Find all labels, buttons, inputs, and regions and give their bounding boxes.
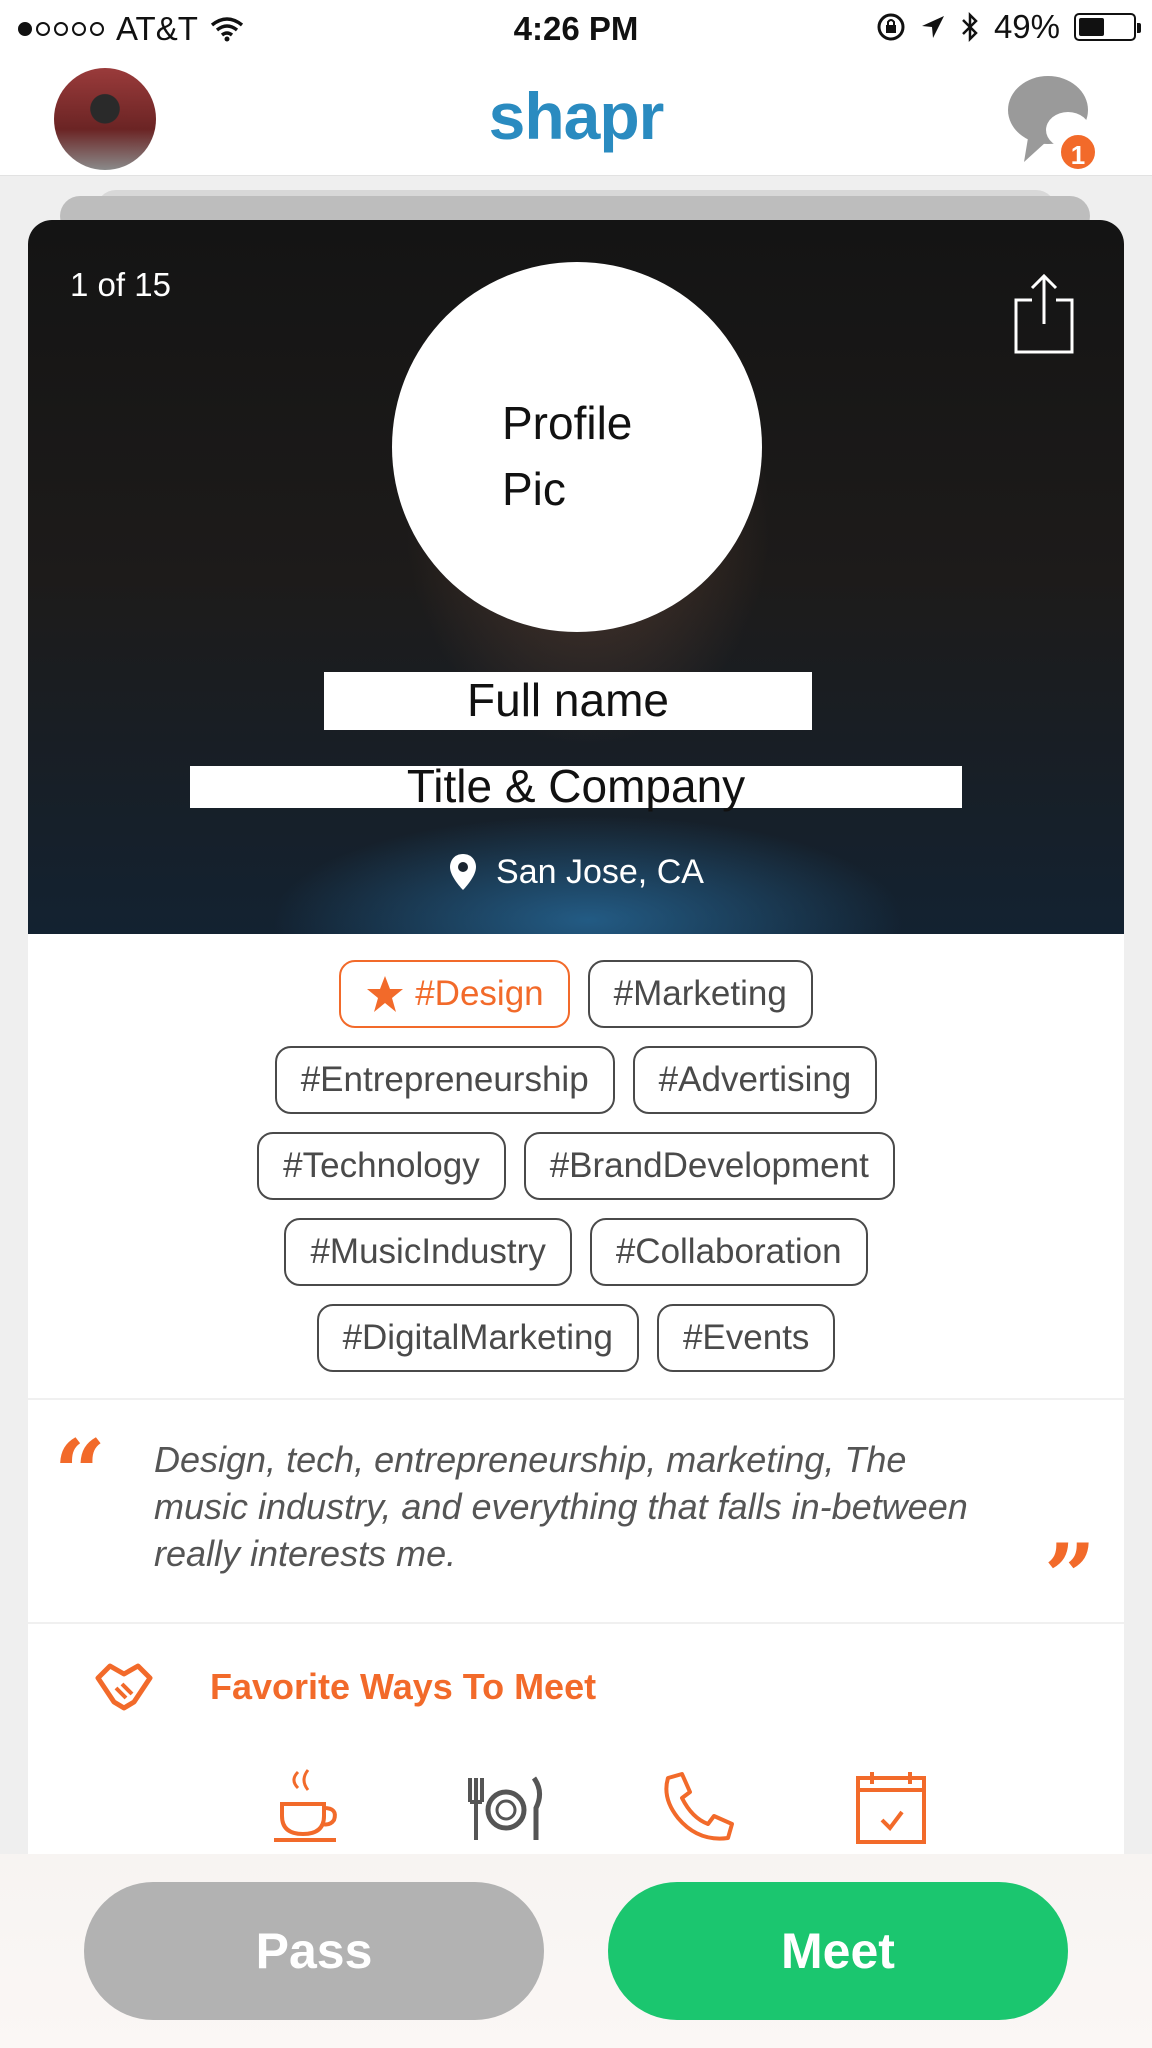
handshake-icon: [95, 1663, 153, 1711]
rotation-lock-icon: [877, 13, 905, 41]
tag-row: #Technology #BrandDevelopment: [28, 1132, 1124, 1200]
ways-to-meet-title: Favorite Ways To Meet: [210, 1666, 597, 1707]
tag[interactable]: #Marketing: [587, 960, 813, 1028]
tag-row: #MusicIndustry #Collaboration: [28, 1218, 1124, 1286]
battery-icon: [1074, 13, 1141, 41]
profile-hero: 1 of 15 Profile Pic Full name Title & Co…: [28, 220, 1124, 934]
tag[interactable]: #MusicIndustry: [284, 1218, 572, 1286]
battery-fill: [1079, 18, 1104, 36]
meet-methods: [268, 1768, 968, 1848]
meal-icon[interactable]: [464, 1768, 544, 1848]
full-name: Full name: [324, 672, 812, 730]
tag-primary-label: #Design: [415, 974, 544, 1013]
location-label: San Jose, CA: [496, 852, 704, 891]
status-right: 49%: [876, 8, 1141, 46]
tag-primary[interactable]: #Design: [339, 960, 570, 1028]
phone-icon[interactable]: [658, 1768, 738, 1848]
nav-bar: shapr 1: [0, 58, 1152, 176]
bluetooth-icon: [962, 11, 978, 43]
tag[interactable]: #Collaboration: [589, 1218, 868, 1286]
meet-button[interactable]: Meet: [608, 1882, 1068, 2020]
tag[interactable]: #Advertising: [632, 1046, 878, 1114]
chat-badge: 1: [1058, 132, 1098, 172]
tag[interactable]: #Entrepreneurship: [274, 1046, 615, 1114]
tag[interactable]: #Events: [656, 1304, 836, 1372]
share-icon[interactable]: [1012, 272, 1076, 356]
profile-pic: Profile Pic: [392, 262, 762, 632]
card-counter: 1 of 15: [70, 266, 171, 303]
bio-quote: Design, tech, entrepreneurship, marketin…: [154, 1439, 968, 1574]
pass-button[interactable]: Pass: [84, 1882, 544, 2020]
action-bar: Pass Meet: [0, 1854, 1152, 2048]
divider: [28, 1622, 1124, 1624]
tag-row: #DigitalMarketing #Events: [28, 1304, 1124, 1372]
divider: [28, 1398, 1124, 1400]
profile-pic-placeholder: Profile Pic: [502, 397, 633, 515]
interest-tags: #Design #Marketing #Entrepreneurship #Ad…: [28, 960, 1124, 1390]
profile-card[interactable]: 1 of 15 Profile Pic Full name Title & Co…: [28, 220, 1124, 1860]
brand-logo: shapr: [488, 79, 665, 153]
location: San Jose, CA: [28, 852, 1124, 892]
quote-close-icon: ”: [1044, 1524, 1096, 1630]
calendar-icon[interactable]: [852, 1768, 932, 1848]
title-company: Title & Company: [190, 763, 962, 809]
tag-row: #Entrepreneurship #Advertising: [28, 1046, 1124, 1114]
coffee-icon[interactable]: [268, 1768, 348, 1848]
status-bar: AT&T 4:26 PM 49%: [0, 0, 1152, 58]
tag[interactable]: #DigitalMarketing: [316, 1304, 639, 1372]
location-arrow-icon: [921, 16, 944, 38]
tag[interactable]: #Technology: [257, 1132, 506, 1200]
map-pin-icon: [450, 854, 477, 890]
star-icon: [367, 976, 404, 1012]
tag-row: #Design #Marketing: [28, 960, 1124, 1028]
battery-label: 49%: [993, 8, 1060, 45]
tag[interactable]: #BrandDevelopment: [523, 1132, 895, 1200]
quote-open-icon: “: [54, 1420, 106, 1526]
